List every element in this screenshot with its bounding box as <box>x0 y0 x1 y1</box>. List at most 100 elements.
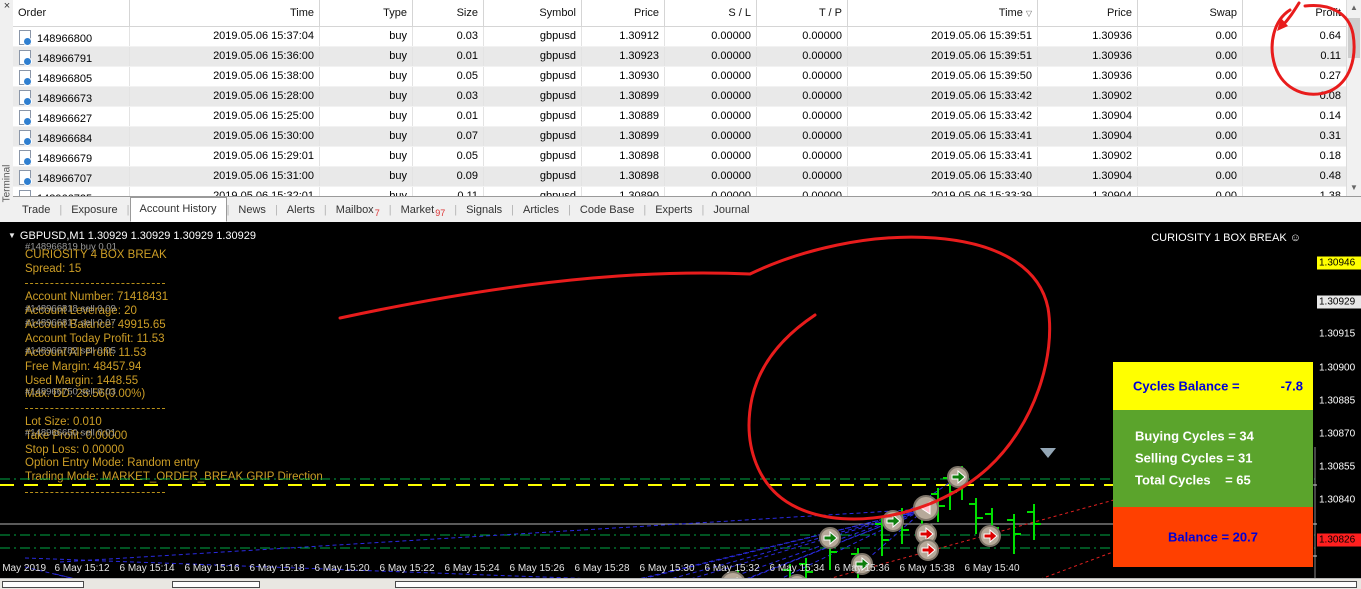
column-header-time[interactable]: Time <box>130 0 320 26</box>
trade-marker-circle <box>915 523 937 545</box>
cell-profit: 0.08 <box>1243 87 1347 106</box>
price-axis-label: 1.30826 <box>1317 533 1361 547</box>
cell-price: 1.30904 <box>1038 167 1138 186</box>
cell-sl: 0.00000 <box>665 127 757 146</box>
smiley-icon: ☺ <box>1289 232 1301 244</box>
tab-market[interactable]: Market97 <box>392 198 455 222</box>
cell-tp: 0.00000 <box>757 107 848 126</box>
cell-time: 2019.05.06 15:33:41 <box>848 127 1038 146</box>
cell-order: 148966725 <box>13 187 130 196</box>
tab-articles[interactable]: Articles <box>514 198 568 222</box>
order-row[interactable]: 148966679 2019.05.06 15:29:01 buy 0.05 gbpus… <box>13 147 1347 167</box>
cell-swap: 0.00 <box>1138 147 1243 166</box>
cell-symbol: gbpusd <box>484 147 582 166</box>
scrollbar-thumb[interactable] <box>1348 18 1360 58</box>
tab-badge: 7 <box>374 208 380 218</box>
order-document-icon <box>19 70 32 86</box>
sort-indicator-icon[interactable]: ▽ <box>1026 9 1032 18</box>
order-document-icon <box>19 50 32 66</box>
terminal-tab-bar: Trade | Exposure | Account History | News | Aler… <box>13 196 1361 223</box>
cycles-count-line: Buying Cycles = 34 <box>1135 428 1254 444</box>
chevron-down-icon[interactable]: ▼ <box>8 231 16 240</box>
order-row[interactable]: 148966627 2019.05.06 15:25:00 buy 0.01 gbpus… <box>13 107 1347 127</box>
tab-mailbox[interactable]: Mailbox7 <box>327 198 389 222</box>
tab-trade[interactable]: Trade <box>13 198 59 222</box>
order-row[interactable]: 148966707 2019.05.06 15:31:00 buy 0.09 gbpus… <box>13 167 1347 187</box>
trade-marker-circle <box>882 510 904 532</box>
ea-comment-line: Stop Loss: 0.00000 <box>25 444 125 456</box>
cell-tp: 0.00000 <box>757 167 848 186</box>
trade-marker-circle <box>979 525 1001 547</box>
order-row[interactable]: 148966805 2019.05.06 15:38:00 buy 0.05 gbpus… <box>13 67 1347 87</box>
order-row[interactable]: 148966791 2019.05.06 15:36:00 buy 0.01 gbpus… <box>13 47 1347 67</box>
price-axis-label: 1.30840 <box>1319 494 1356 506</box>
price-axis-label: 1.30855 <box>1319 461 1356 473</box>
time-axis-label: 6 May 15:20 <box>314 563 370 574</box>
trade-projection-line-blue <box>861 508 926 565</box>
tab-journal[interactable]: Journal <box>704 198 758 222</box>
order-row[interactable]: 148966684 2019.05.06 15:30:00 buy 0.07 gbpus… <box>13 127 1347 147</box>
column-header-tp[interactable]: T / P <box>757 0 848 26</box>
tab-experts[interactable]: Experts <box>646 198 701 222</box>
cell-price: 1.30930 <box>582 67 665 86</box>
time-axis-label: 6 May 15:32 <box>704 563 760 574</box>
column-header-swap[interactable]: Swap <box>1138 0 1243 26</box>
cell-time: 2019.05.06 15:39:50 <box>848 67 1038 86</box>
cell-swap: 0.00 <box>1138 187 1243 196</box>
cell-profit: 0.27 <box>1243 67 1347 86</box>
time-axis-label: 6 May 15:28 <box>574 563 630 574</box>
order-row[interactable]: 148966800 2019.05.06 15:37:04 buy 0.03 gbpus… <box>13 27 1347 47</box>
price-axis-label: 1.30900 <box>1319 362 1356 374</box>
mt4-terminal-window: × Terminal Order Time Type Size Symbol Price S… <box>0 0 1361 589</box>
column-header-symbol[interactable]: Symbol <box>484 0 582 26</box>
column-header-profit[interactable]: Profit <box>1243 0 1347 26</box>
column-header-sl[interactable]: S / L <box>665 0 757 26</box>
tab-news[interactable]: News <box>229 198 275 222</box>
cell-type: buy <box>320 127 413 146</box>
tab-exposure[interactable]: Exposure <box>62 198 126 222</box>
balance-value: Balance = 20.7 <box>1168 529 1258 545</box>
ea-comment-line: Account Today Profit: 11.53 <box>25 333 165 345</box>
background-window-edge <box>172 581 260 588</box>
cell-tp: 0.00000 <box>757 27 848 46</box>
ea-corner-label: CURIOSITY 1 BOX BREAK ☺ <box>1151 232 1301 244</box>
time-axis-label: 6 May 15:16 <box>184 563 240 574</box>
cell-price: 1.30936 <box>1038 27 1138 46</box>
background-window-edge <box>395 581 1357 588</box>
column-header-order[interactable]: Order <box>13 0 130 26</box>
cell-price: 1.30902 <box>1038 87 1138 106</box>
cell-symbol: gbpusd <box>484 167 582 186</box>
cell-time: 2019.05.06 15:33:39 <box>848 187 1038 196</box>
cell-tp: 0.00000 <box>757 87 848 106</box>
ea-comment-line: Lot Size: 0.010 <box>25 416 102 428</box>
terminal-panel-label: Terminal <box>1 164 13 203</box>
table-scrollbar[interactable]: ▲ ▼ <box>1346 0 1361 196</box>
column-header-price[interactable]: Price <box>1038 0 1138 26</box>
background-window-edge <box>2 581 84 588</box>
column-header-time[interactable]: Time ▽ <box>848 0 1038 26</box>
chart-area[interactable]: ▼ GBPUSD,M1 1.30929 1.30929 1.30929 1.309… <box>0 222 1361 578</box>
tab-alerts[interactable]: Alerts <box>278 198 324 222</box>
order-row[interactable]: 1489667252019.05.06 15:32:01buy0.11gbpus… <box>13 187 1347 196</box>
tab-code-base[interactable]: Code Base <box>571 198 643 222</box>
cell-time: 2019.05.06 15:33:41 <box>848 147 1038 166</box>
trade-order-label: #148966817 sell 0.07 <box>25 317 116 329</box>
cell-order: 148966684 <box>13 127 130 146</box>
cell-type: buy <box>320 27 413 46</box>
column-header-type[interactable]: Type <box>320 0 413 26</box>
tab-account-history[interactable]: Account History <box>129 196 227 222</box>
cycles-count-box: Buying Cycles = 34 Selling Cycles = 31 Tot… <box>1113 410 1313 507</box>
time-axis-label: 6 May 15:30 <box>639 563 695 574</box>
order-row[interactable]: 148966673 2019.05.06 15:28:00 buy 0.03 gbpus… <box>13 87 1347 107</box>
column-header-price[interactable]: Price <box>582 0 665 26</box>
scroll-down-icon[interactable]: ▼ <box>1347 180 1361 196</box>
cell-time: 2019.05.06 15:37:04 <box>130 27 320 46</box>
column-header-size[interactable]: Size <box>413 0 484 26</box>
cell-swap: 0.00 <box>1138 167 1243 186</box>
trade-order-label: #148966818 sell 0.09 <box>25 303 116 315</box>
trade-projection-line-blue <box>746 508 926 578</box>
chart-symbol-title: ▼ GBPUSD,M1 1.30929 1.30929 1.30929 1.309… <box>8 230 256 242</box>
tab-signals[interactable]: Signals <box>457 198 511 222</box>
close-icon[interactable]: × <box>1 0 13 13</box>
scroll-up-icon[interactable]: ▲ <box>1347 0 1361 16</box>
